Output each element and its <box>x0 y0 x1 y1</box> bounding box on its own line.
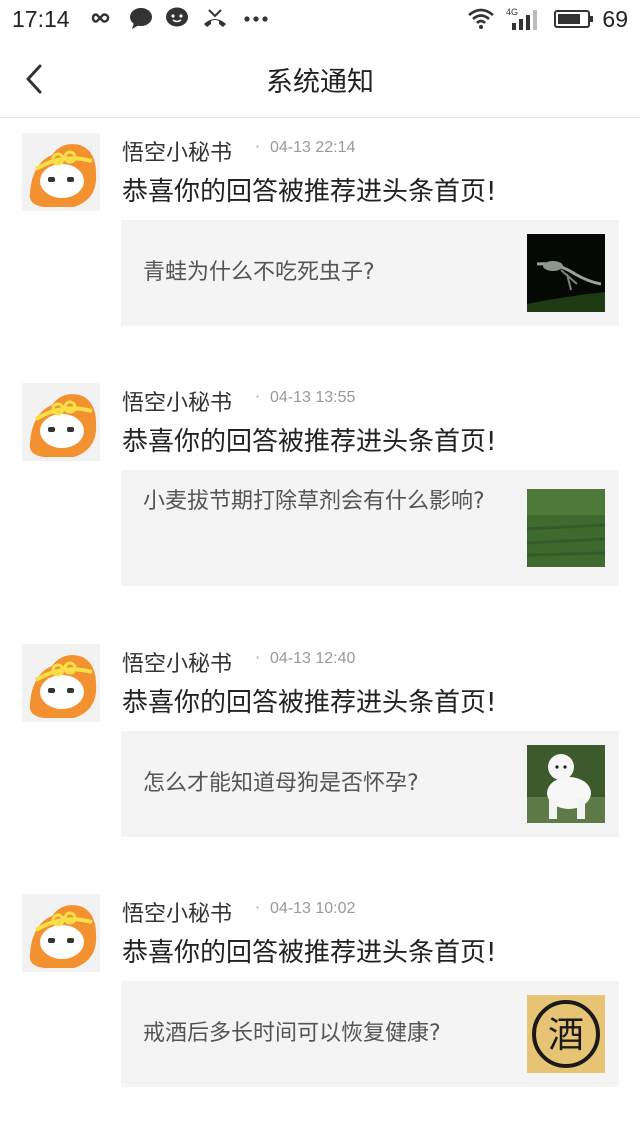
avatar[interactable] <box>22 894 100 972</box>
sender-name: 悟空小秘书 <box>122 141 233 166</box>
wifi-icon <box>466 6 496 34</box>
jiu-character-image: 酒 <box>527 995 605 1073</box>
avatar[interactable] <box>22 644 100 722</box>
battery-icon <box>554 9 594 33</box>
wheat-field-photo <box>527 489 605 567</box>
timestamp: 04-13 22:14 <box>270 139 356 156</box>
notification-message: 恭喜你的回答被推荐进头条首页! <box>122 177 497 207</box>
sender-name: 悟空小秘书 <box>122 652 233 677</box>
more-dots-icon <box>242 6 270 34</box>
missed-call-icon <box>200 6 230 34</box>
status-bar: 17:14 4G 69 <box>0 0 640 40</box>
jiu-character: 酒 <box>548 1015 584 1056</box>
timestamp: 04-13 13:55 <box>270 389 356 406</box>
question-card[interactable]: 戒酒后多长时间可以恢复健康? 酒 <box>121 981 619 1087</box>
wukong-avatar-icon <box>29 394 97 457</box>
separator-dot: · <box>255 387 261 406</box>
white-dog-photo <box>527 745 605 823</box>
frog-photo <box>527 234 605 312</box>
timestamp: 04-13 10:02 <box>270 900 356 917</box>
smile-bubble-icon <box>164 6 190 34</box>
signal-icon: 4G <box>506 6 544 36</box>
avatar[interactable] <box>22 383 100 461</box>
question-card[interactable]: 小麦拔节期打除草剂会有什么影响? <box>121 470 619 586</box>
watermark: 悟空问答 <box>563 1112 628 1131</box>
separator-dot: · <box>255 648 261 667</box>
question-title: 戒酒后多长时间可以恢复健康? <box>143 1021 441 1046</box>
question-title: 青蛙为什么不吃死虫子? <box>143 260 375 285</box>
page-title: 系统通知 <box>266 67 374 98</box>
battery-level: 69 <box>602 6 628 32</box>
timestamp: 04-13 12:40 <box>270 650 356 667</box>
network-type: 4G <box>506 7 518 17</box>
question-title: 怎么才能知道母狗是否怀孕? <box>143 771 419 796</box>
avatar[interactable] <box>22 133 100 211</box>
chat-bubble-icon <box>128 6 154 34</box>
question-title: 小麦拔节期打除草剂会有什么影响? <box>143 489 485 514</box>
notification-message: 恭喜你的回答被推荐进头条首页! <box>122 427 497 457</box>
wukong-avatar-icon <box>29 655 97 718</box>
wukong-avatar-icon <box>29 144 97 207</box>
question-card[interactable]: 怎么才能知道母狗是否怀孕? <box>121 731 619 837</box>
sender-name: 悟空小秘书 <box>122 391 233 416</box>
infinity-icon <box>86 6 116 34</box>
separator-dot: · <box>255 898 261 917</box>
sender-name: 悟空小秘书 <box>122 902 233 927</box>
notification-message: 恭喜你的回答被推荐进头条首页! <box>122 688 497 718</box>
question-card[interactable]: 青蛙为什么不吃死虫子? <box>121 220 619 326</box>
separator-dot: · <box>255 137 261 156</box>
wukong-avatar-icon <box>29 905 97 968</box>
status-time: 17:14 <box>12 6 70 32</box>
notification-message: 恭喜你的回答被推荐进头条首页! <box>122 938 497 968</box>
header-bar: 系统通知 <box>0 40 640 118</box>
